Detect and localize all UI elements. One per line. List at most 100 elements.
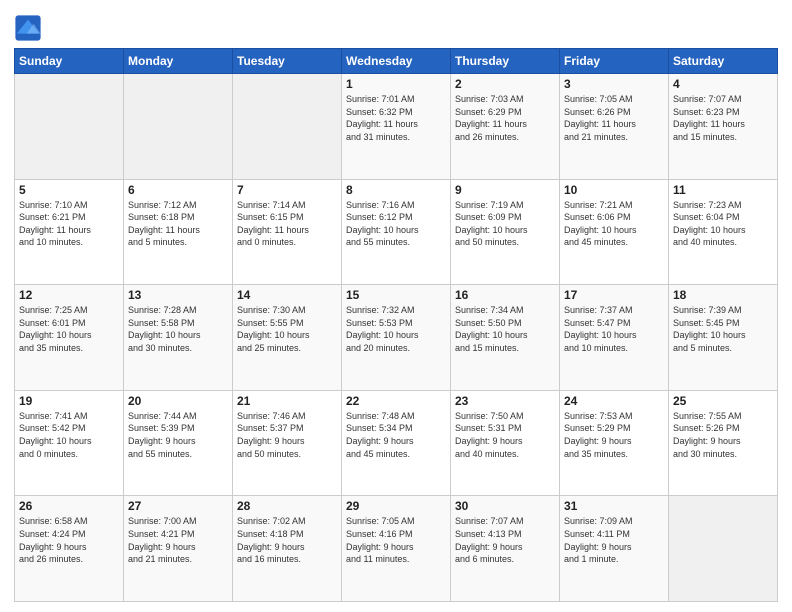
day-cell: 30Sunrise: 7:07 AM Sunset: 4:13 PM Dayli… [451,496,560,602]
day-info: Sunrise: 7:34 AM Sunset: 5:50 PM Dayligh… [455,304,555,354]
day-cell: 26 Sunrise: 6:58 AM Sunset: 4:24 PM Dayli… [15,496,124,602]
day-info: Sunrise: 7:07 AM Sunset: 4:13 PM Dayligh… [455,515,555,565]
day-number: 29 [346,499,446,513]
day-info: Sunrise: 7:16 AM Sunset: 6:12 PM Dayligh… [346,199,446,249]
day-cell: 13 Sunrise: 7:28 AM Sunset: 5:58 PM Dayli… [124,285,233,391]
header-thursday: Thursday [451,49,560,74]
day-number: 19 [19,394,119,408]
header-tuesday: Tuesday [233,49,342,74]
day-cell [233,74,342,180]
day-info: Sunrise: 7:21 AM Sunset: 6:06 PM Dayligh… [564,199,664,249]
day-info: Sunrise: 7:48 AM Sunset: 5:34 PM Dayligh… [346,410,446,460]
day-info: Sunrise: 7:30 AM Sunset: 5:55 PM Dayligh… [237,304,337,354]
day-info: Sunrise: 7:41 AM Sunset: 5:42 PM Dayligh… [19,410,119,460]
day-number: 17 [564,288,664,302]
day-number: 2 [455,77,555,91]
day-info: Sunrise: 7:55 AM Sunset: 5:26 PM Dayligh… [673,410,773,460]
day-cell: 24 Sunrise: 7:53 AM Sunset: 5:29 PM Dayli… [560,390,669,496]
logo-icon [14,14,42,42]
day-info: Sunrise: 6:58 AM Sunset: 4:24 PM Dayligh… [19,515,119,565]
day-cell: 1 Sunrise: 7:01 AM Sunset: 6:32 PM Daylig… [342,74,451,180]
day-cell: 22Sunrise: 7:48 AM Sunset: 5:34 PM Dayli… [342,390,451,496]
day-cell: 29 Sunrise: 7:05 AM Sunset: 4:16 PM Dayli… [342,496,451,602]
day-info: Sunrise: 7:03 AM Sunset: 6:29 PM Dayligh… [455,93,555,143]
day-number: 28 [237,499,337,513]
week-row-5: 26 Sunrise: 6:58 AM Sunset: 4:24 PM Dayli… [15,496,778,602]
header-monday: Monday [124,49,233,74]
day-cell: 15 Sunrise: 7:32 AM Sunset: 5:53 PM Dayli… [342,285,451,391]
day-number: 27 [128,499,228,513]
day-info: Sunrise: 7:44 AM Sunset: 5:39 PM Dayligh… [128,410,228,460]
header-sunday: Sunday [15,49,124,74]
header-saturday: Saturday [669,49,778,74]
day-number: 9 [455,183,555,197]
day-info: Sunrise: 7:02 AM Sunset: 4:18 PM Dayligh… [237,515,337,565]
day-info: Sunrise: 7:09 AM Sunset: 4:11 PM Dayligh… [564,515,664,565]
day-number: 14 [237,288,337,302]
day-cell: 20 Sunrise: 7:44 AM Sunset: 5:39 PM Dayli… [124,390,233,496]
day-number: 21 [237,394,337,408]
day-info: Sunrise: 7:50 AM Sunset: 5:31 PM Dayligh… [455,410,555,460]
day-cell: 6 Sunrise: 7:12 AM Sunset: 6:18 PM Daylig… [124,179,233,285]
logo [14,14,44,42]
day-cell: 5 Sunrise: 7:10 AM Sunset: 6:21 PM Daylig… [15,179,124,285]
day-info: Sunrise: 7:28 AM Sunset: 5:58 PM Dayligh… [128,304,228,354]
header [14,10,778,42]
day-number: 20 [128,394,228,408]
day-cell: 27 Sunrise: 7:00 AM Sunset: 4:21 PM Dayli… [124,496,233,602]
day-cell: 28 Sunrise: 7:02 AM Sunset: 4:18 PM Dayli… [233,496,342,602]
day-number: 12 [19,288,119,302]
day-number: 18 [673,288,773,302]
day-number: 26 [19,499,119,513]
day-number: 24 [564,394,664,408]
day-cell: 14 Sunrise: 7:30 AM Sunset: 5:55 PM Dayli… [233,285,342,391]
day-number: 6 [128,183,228,197]
day-cell: 25 Sunrise: 7:55 AM Sunset: 5:26 PM Dayli… [669,390,778,496]
day-info: Sunrise: 7:12 AM Sunset: 6:18 PM Dayligh… [128,199,228,249]
day-cell: 4 Sunrise: 7:07 AM Sunset: 6:23 PM Daylig… [669,74,778,180]
day-info: Sunrise: 7:19 AM Sunset: 6:09 PM Dayligh… [455,199,555,249]
day-info: Sunrise: 7:10 AM Sunset: 6:21 PM Dayligh… [19,199,119,249]
day-info: Sunrise: 7:25 AM Sunset: 6:01 PM Dayligh… [19,304,119,354]
day-number: 1 [346,77,446,91]
day-info: Sunrise: 7:00 AM Sunset: 4:21 PM Dayligh… [128,515,228,565]
day-info: Sunrise: 7:01 AM Sunset: 6:32 PM Dayligh… [346,93,446,143]
day-number: 15 [346,288,446,302]
day-cell: 9 Sunrise: 7:19 AM Sunset: 6:09 PM Daylig… [451,179,560,285]
day-cell: 8 Sunrise: 7:16 AM Sunset: 6:12 PM Daylig… [342,179,451,285]
calendar-table: SundayMondayTuesdayWednesdayThursdayFrid… [14,48,778,602]
day-cell: 19 Sunrise: 7:41 AM Sunset: 5:42 PM Dayli… [15,390,124,496]
day-number: 13 [128,288,228,302]
day-cell [15,74,124,180]
day-info: Sunrise: 7:46 AM Sunset: 5:37 PM Dayligh… [237,410,337,460]
day-info: Sunrise: 7:23 AM Sunset: 6:04 PM Dayligh… [673,199,773,249]
day-info: Sunrise: 7:05 AM Sunset: 4:16 PM Dayligh… [346,515,446,565]
day-info: Sunrise: 7:05 AM Sunset: 6:26 PM Dayligh… [564,93,664,143]
week-row-4: 19 Sunrise: 7:41 AM Sunset: 5:42 PM Dayli… [15,390,778,496]
day-cell: 11 Sunrise: 7:23 AM Sunset: 6:04 PM Dayli… [669,179,778,285]
day-number: 7 [237,183,337,197]
day-info: Sunrise: 7:32 AM Sunset: 5:53 PM Dayligh… [346,304,446,354]
week-row-2: 5 Sunrise: 7:10 AM Sunset: 6:21 PM Daylig… [15,179,778,285]
day-cell: 3 Sunrise: 7:05 AM Sunset: 6:26 PM Daylig… [560,74,669,180]
day-cell: 2 Sunrise: 7:03 AM Sunset: 6:29 PM Daylig… [451,74,560,180]
day-info: Sunrise: 7:07 AM Sunset: 6:23 PM Dayligh… [673,93,773,143]
day-cell: 18Sunrise: 7:39 AM Sunset: 5:45 PM Dayli… [669,285,778,391]
day-number: 11 [673,183,773,197]
day-cell: 10Sunrise: 7:21 AM Sunset: 6:06 PM Dayli… [560,179,669,285]
day-cell [124,74,233,180]
day-cell: 31Sunrise: 7:09 AM Sunset: 4:11 PM Dayli… [560,496,669,602]
day-cell [669,496,778,602]
day-info: Sunrise: 7:53 AM Sunset: 5:29 PM Dayligh… [564,410,664,460]
day-number: 5 [19,183,119,197]
day-number: 8 [346,183,446,197]
day-number: 3 [564,77,664,91]
day-cell: 17Sunrise: 7:37 AM Sunset: 5:47 PM Dayli… [560,285,669,391]
header-wednesday: Wednesday [342,49,451,74]
calendar-header-row: SundayMondayTuesdayWednesdayThursdayFrid… [15,49,778,74]
day-number: 16 [455,288,555,302]
header-friday: Friday [560,49,669,74]
day-number: 25 [673,394,773,408]
day-cell: 12 Sunrise: 7:25 AM Sunset: 6:01 PM Dayli… [15,285,124,391]
day-number: 4 [673,77,773,91]
